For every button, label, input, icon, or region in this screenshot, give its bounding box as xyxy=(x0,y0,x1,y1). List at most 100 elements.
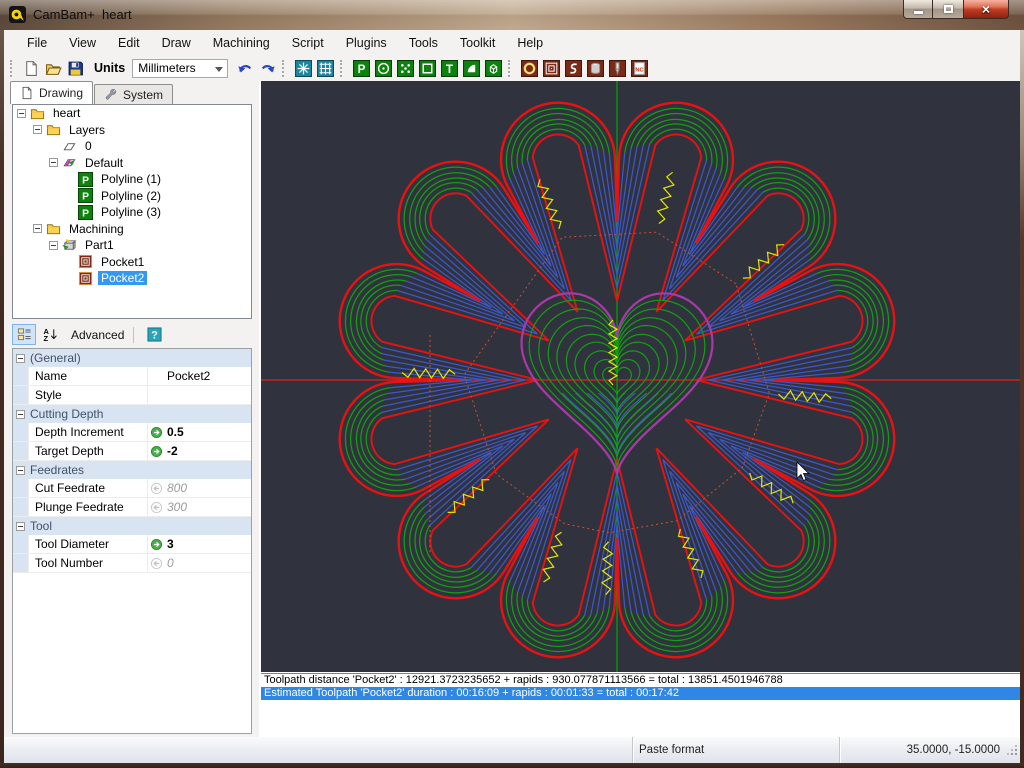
message-list[interactable]: Toolpath distance 'Pocket2' : 12921.3723… xyxy=(261,673,1020,737)
collapse-expander[interactable] xyxy=(16,410,25,419)
close-button[interactable]: × xyxy=(963,0,1009,19)
open-file-button[interactable] xyxy=(42,57,64,79)
machine-engrave-button[interactable] xyxy=(562,57,584,79)
page-icon xyxy=(20,86,34,100)
categorized-button[interactable] xyxy=(12,324,36,345)
tree-item-default[interactable]: Default xyxy=(13,155,251,172)
machine-profile-button[interactable] xyxy=(518,57,540,79)
new-file-button[interactable] xyxy=(20,57,42,79)
tree-item-pocket2[interactable]: Pocket2 xyxy=(13,270,251,287)
tree-item-polyline-2-[interactable]: PPolyline (2) xyxy=(13,188,251,205)
property-row-style[interactable]: Style xyxy=(13,386,251,405)
property-value-cell[interactable]: -2 xyxy=(148,442,251,460)
tab-system[interactable]: System xyxy=(94,84,173,104)
menu-help[interactable]: Help xyxy=(506,32,554,54)
collapse-expander[interactable] xyxy=(16,522,25,531)
tab-drawing[interactable]: Drawing xyxy=(10,81,93,104)
grid-button[interactable] xyxy=(314,57,336,79)
units-combobox[interactable]: Millimeters xyxy=(132,59,228,78)
collapse-expander[interactable] xyxy=(16,354,25,363)
menu-file[interactable]: File xyxy=(16,32,58,54)
minimize-button[interactable] xyxy=(903,0,933,19)
generate-gcode-button[interactable]: NC xyxy=(628,57,650,79)
property-section[interactable]: (General) xyxy=(13,349,251,367)
tree-item-label: Polyline (3) xyxy=(98,205,164,219)
tree-item-pocket1[interactable]: Pocket1 xyxy=(13,254,251,271)
property-value-cell[interactable]: 800 xyxy=(148,479,251,497)
collapse-expander[interactable] xyxy=(33,125,42,134)
collapse-expander[interactable] xyxy=(16,466,25,475)
section-header-label: Tool xyxy=(30,519,52,533)
help-button[interactable]: ? xyxy=(142,324,166,345)
machine-lathe-button[interactable] xyxy=(584,57,606,79)
maximize-button[interactable] xyxy=(933,0,963,19)
property-value-cell[interactable]: Pocket2 xyxy=(148,367,251,385)
property-row-depth-increment[interactable]: Depth Increment0.5 xyxy=(13,423,251,442)
window-border-left xyxy=(0,30,4,768)
property-row-name[interactable]: NamePocket2 xyxy=(13,367,251,386)
tree-item-0[interactable]: 0 xyxy=(13,138,251,155)
drawing-canvas[interactable] xyxy=(261,81,1020,672)
snap-points-button[interactable] xyxy=(292,57,314,79)
menu-toolkit[interactable]: Toolkit xyxy=(449,32,506,54)
collapse-expander[interactable] xyxy=(49,158,58,167)
draw-polyline-button[interactable]: P xyxy=(350,57,372,79)
draw-surface-button[interactable] xyxy=(482,57,504,79)
message-row[interactable]: Estimated Toolpath 'Pocket2' duration : … xyxy=(261,687,1020,700)
message-row[interactable]: Toolpath distance 'Pocket2' : 12921.3723… xyxy=(261,674,1020,687)
tree-item-heart[interactable]: heart xyxy=(13,105,251,122)
collapse-expander[interactable] xyxy=(49,241,58,250)
property-value-cell[interactable]: 300 xyxy=(148,498,251,516)
redo-button[interactable] xyxy=(256,57,278,79)
property-section[interactable]: Feedrates xyxy=(13,461,251,479)
collapse-expander[interactable] xyxy=(17,109,26,118)
draw-text-button[interactable]: T xyxy=(438,57,460,79)
machine-pocket-button[interactable] xyxy=(540,57,562,79)
menu-plugins[interactable]: Plugins xyxy=(335,32,398,54)
advanced-button[interactable]: Advanced xyxy=(71,328,124,342)
menu-edit[interactable]: Edit xyxy=(107,32,151,54)
arrow-set-icon xyxy=(150,426,163,439)
svg-text:P: P xyxy=(357,62,365,75)
property-value-cell[interactable]: 3 xyxy=(148,535,251,553)
tree-item-label: 0 xyxy=(82,139,95,153)
machine-pocket-icon xyxy=(543,60,560,77)
property-row-cut-feedrate[interactable]: Cut Feedrate800 xyxy=(13,479,251,498)
property-row-tool-number[interactable]: Tool Number0 xyxy=(13,554,251,573)
drawing-tree[interactable]: heartLayers0DefaultPPolyline (1)PPolylin… xyxy=(12,104,252,319)
property-section[interactable]: Cutting Depth xyxy=(13,405,251,423)
property-value-cell[interactable] xyxy=(148,386,251,404)
property-value: 3 xyxy=(165,537,174,551)
machine-drill-button[interactable] xyxy=(606,57,628,79)
menu-view[interactable]: View xyxy=(58,32,107,54)
svg-text:P: P xyxy=(82,175,89,186)
undo-button[interactable] xyxy=(234,57,256,79)
draw-arc-button[interactable] xyxy=(460,57,482,79)
property-row-tool-diameter[interactable]: Tool Diameter3 xyxy=(13,535,251,554)
tree-item-layers[interactable]: Layers xyxy=(13,122,251,139)
property-row-target-depth[interactable]: Target Depth-2 xyxy=(13,442,251,461)
window-border-right xyxy=(1020,30,1024,768)
right-area: Toolpath distance 'Pocket2' : 12921.3723… xyxy=(259,81,1020,737)
menu-script[interactable]: Script xyxy=(281,32,335,54)
property-section[interactable]: Tool xyxy=(13,517,251,535)
tree-item-machining[interactable]: Machining xyxy=(13,221,251,238)
menu-tools[interactable]: Tools xyxy=(398,32,449,54)
tree-item-polyline-3-[interactable]: PPolyline (3) xyxy=(13,204,251,221)
save-file-button[interactable] xyxy=(64,57,86,79)
tree-item-part1[interactable]: Part1 xyxy=(13,237,251,254)
resize-grip[interactable] xyxy=(1015,753,1017,755)
draw-points-button[interactable] xyxy=(394,57,416,79)
menu-draw[interactable]: Draw xyxy=(151,32,202,54)
draw-circle-button[interactable] xyxy=(372,57,394,79)
collapse-expander[interactable] xyxy=(33,224,42,233)
tree-item-polyline-1-[interactable]: PPolyline (1) xyxy=(13,171,251,188)
draw-rectangle-button[interactable] xyxy=(416,57,438,79)
az-sort-button[interactable]: AZ xyxy=(38,324,62,345)
property-row-plunge-feedrate[interactable]: Plunge Feedrate300 xyxy=(13,498,251,517)
main-toolbar: UnitsMillimetersPTNC xyxy=(4,55,1020,82)
properties-grid[interactable]: (General)NamePocket2StyleCutting DepthDe… xyxy=(12,348,252,734)
property-value-cell[interactable]: 0 xyxy=(148,554,251,572)
menu-machining[interactable]: Machining xyxy=(202,32,281,54)
property-value-cell[interactable]: 0.5 xyxy=(148,423,251,441)
